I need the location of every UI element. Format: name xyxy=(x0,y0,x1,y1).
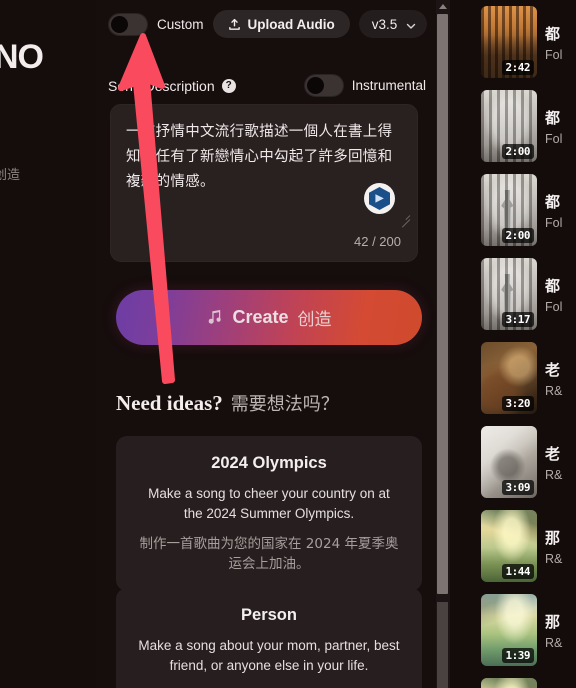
song-duration: 2:00 xyxy=(501,228,534,243)
song-title: 都 xyxy=(545,276,561,295)
song-duration: 1:44 xyxy=(501,564,534,579)
song-thumbnail[interactable]: 2:00 xyxy=(481,90,537,162)
song-title: 都 xyxy=(545,24,561,43)
question-mark-icon[interactable]: ? xyxy=(221,78,236,93)
song-genre: R& xyxy=(545,467,563,482)
song-meta: 老 R& xyxy=(545,359,575,398)
idea-card-title: 2024 Olympics xyxy=(211,454,327,472)
song-title: 那 xyxy=(545,612,561,631)
song-thumbnail[interactable]: 2:42 xyxy=(481,6,537,78)
song-genre: R& xyxy=(545,635,563,650)
song-duration: 2:42 xyxy=(501,60,534,75)
create-button-label-en: Create xyxy=(232,307,289,327)
song-title: 都 xyxy=(545,192,561,211)
need-ideas-cn: 需要想法吗？ xyxy=(230,394,339,415)
song-genre: R& xyxy=(545,551,563,566)
song-thumbnail[interactable]: 3:17 xyxy=(481,258,537,330)
song-title: 都 xyxy=(545,108,561,127)
song-meta: 那 R& xyxy=(545,611,575,650)
song-genre: Fol xyxy=(545,47,563,62)
upload-audio-button[interactable]: Upload Audio xyxy=(212,10,350,38)
scrollbar-track[interactable] xyxy=(437,602,448,688)
create-button-label-cn: 创造 xyxy=(297,310,332,329)
idea-card-desc: Make a song to cheer your country on at … xyxy=(148,486,390,522)
song-list-item[interactable]: 2:00 都 Fol xyxy=(450,84,576,168)
scroll-up-arrow-icon[interactable] xyxy=(439,4,447,9)
idea-card-desc: Make a song about your mom, partner, bes… xyxy=(138,638,400,674)
song-thumbnail[interactable]: 1:39 xyxy=(481,594,537,666)
song-thumbnail[interactable] xyxy=(481,678,537,688)
song-artwork xyxy=(481,678,537,688)
song-genre: Fol xyxy=(545,131,563,146)
app-logo: NO xyxy=(0,38,44,76)
idea-card[interactable]: 2024 Olympics Make a song to cheer your … xyxy=(116,436,422,592)
idea-card-title: Person xyxy=(241,606,297,624)
song-list-item[interactable]: 2:42 都 Fol xyxy=(450,0,576,84)
create-button[interactable]: Create 创造 xyxy=(116,290,422,345)
model-version-select[interactable]: v3.5 xyxy=(358,10,428,38)
song-meta: 都 Fol xyxy=(545,23,575,62)
song-genre: Fol xyxy=(545,299,563,314)
song-meta: 都 Fol xyxy=(545,191,575,230)
song-title: 老 xyxy=(545,444,561,463)
idea-card[interactable]: Person Make a song about your mom, partn… xyxy=(116,588,422,688)
left-nav-sliver: NO 创造 xyxy=(0,0,96,688)
resize-grip-icon[interactable] xyxy=(398,209,411,228)
idea-card-desc-cn: 制作一首歌曲为您的国家在 2024 年夏季奥运会上加油。 xyxy=(139,535,399,573)
custom-toggle-knob xyxy=(111,15,128,33)
song-title: 老 xyxy=(545,360,561,379)
panel-scrollbar[interactable] xyxy=(436,0,450,688)
song-thumbnail[interactable]: 3:09 xyxy=(481,426,537,498)
song-list-item[interactable]: 1:44 那 R& xyxy=(450,504,576,588)
song-list-item[interactable] xyxy=(450,672,576,688)
upload-icon xyxy=(228,18,241,31)
screen-root: NO 创造 Custom Upload Audio v3.5 Song Desc… xyxy=(0,0,576,688)
song-description-input[interactable]: 一首抒情中文流行歌描述一個人在書上得知前任有了新戀情心中勾起了許多回憶和複雜的情… xyxy=(110,104,418,262)
song-list-item[interactable]: 3:17 都 Fol xyxy=(450,252,576,336)
instrumental-toggle[interactable] xyxy=(303,74,344,97)
model-version-label: v3.5 xyxy=(371,16,398,32)
need-ideas-en: Need ideas? xyxy=(116,391,223,415)
song-list[interactable]: 2:42 都 Fol 2:00 都 Fol 2:00 都 Fol 3:17 都 Fol 3:20 老 R& 3… xyxy=(450,0,576,688)
song-title: 那 xyxy=(545,528,561,547)
song-genre: R& xyxy=(545,383,563,398)
instrumental-toggle-knob xyxy=(306,77,324,94)
instrumental-label: Instrumental xyxy=(351,78,426,93)
song-duration: 3:09 xyxy=(501,480,534,495)
hexagon-glyph: ▶ xyxy=(369,187,390,210)
song-thumbnail[interactable]: 2:00 xyxy=(481,174,537,246)
scrollbar-thumb[interactable] xyxy=(437,14,448,594)
song-meta: 那 R& xyxy=(545,527,575,566)
custom-toggle[interactable] xyxy=(108,12,148,36)
nav-item-create[interactable]: 创造 xyxy=(0,164,20,183)
upload-audio-label: Upload Audio xyxy=(247,16,335,32)
assistant-hexagon-icon[interactable]: ▶ xyxy=(364,183,395,214)
song-meta: 都 Fol xyxy=(545,275,575,314)
custom-label: Custom xyxy=(157,16,204,32)
chevron-down-icon xyxy=(406,19,416,29)
create-toolbar: Custom Upload Audio v3.5 xyxy=(108,10,428,38)
song-genre: Fol xyxy=(545,215,563,230)
song-description-text: 一首抒情中文流行歌描述一個人在書上得知前任有了新戀情心中勾起了許多回憶和複雜的情… xyxy=(126,124,393,190)
music-note-icon xyxy=(206,309,223,326)
song-thumbnail[interactable]: 1:44 xyxy=(481,510,537,582)
song-duration: 1:39 xyxy=(501,648,534,663)
song-thumbnail[interactable]: 3:20 xyxy=(481,342,537,414)
song-duration: 3:17 xyxy=(501,312,534,327)
song-description-row: Song Description ? Instrumental xyxy=(108,74,426,97)
song-list-item[interactable]: 2:00 都 Fol xyxy=(450,168,576,252)
song-meta: 都 Fol xyxy=(545,107,575,146)
song-list-item[interactable]: 3:09 老 R& xyxy=(450,420,576,504)
song-description-label: Song Description xyxy=(108,77,215,94)
song-duration: 2:00 xyxy=(501,144,534,159)
song-meta: 老 R& xyxy=(545,443,575,482)
song-list-item[interactable]: 3:20 老 R& xyxy=(450,336,576,420)
character-counter: 42 / 200 xyxy=(354,234,401,249)
need-ideas-heading: Need ideas? 需要想法吗？ xyxy=(116,390,339,416)
song-list-item[interactable]: 1:39 那 R& xyxy=(450,588,576,672)
song-duration: 3:20 xyxy=(501,396,534,411)
